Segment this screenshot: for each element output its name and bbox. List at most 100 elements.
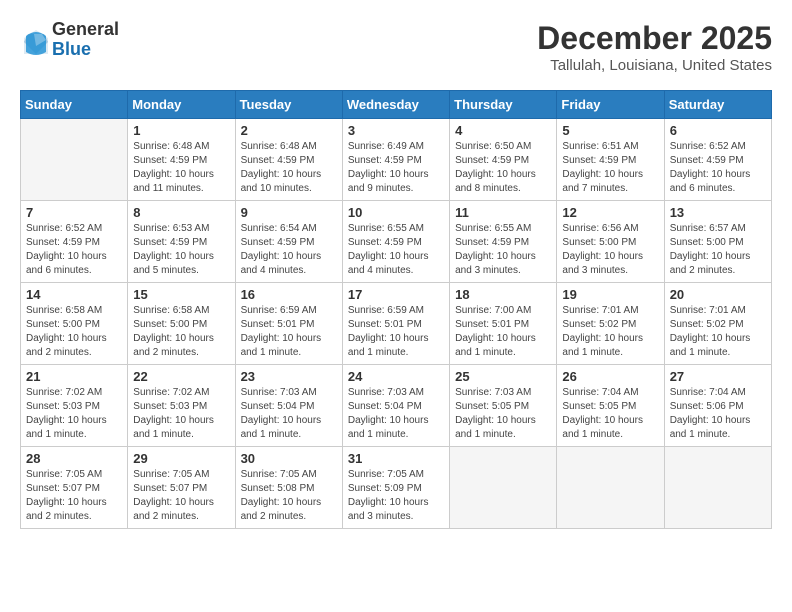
day-number: 16 xyxy=(241,287,337,302)
day-number: 26 xyxy=(562,369,658,384)
calendar-cell: 17Sunrise: 6:59 AM Sunset: 5:01 PM Dayli… xyxy=(342,283,449,365)
calendar-cell: 6 Sunrise: 6:52 AM Sunset: 4:59 PM Daylig… xyxy=(664,119,771,201)
calendar-week-row: 7 Sunrise: 6:52 AM Sunset: 4:59 PM Daylig… xyxy=(21,201,772,283)
calendar-cell: 25 Sunrise: 7:03 AM Sunset: 5:05 PM Dayli… xyxy=(450,365,557,447)
calendar-cell: 31 Sunrise: 7:05 AM Sunset: 5:09 PM Dayli… xyxy=(342,447,449,529)
month-year: December 2025 xyxy=(537,20,772,57)
calendar-cell: 27 Sunrise: 7:04 AM Sunset: 5:06 PM Dayli… xyxy=(664,365,771,447)
column-header-sunday: Sunday xyxy=(21,91,128,119)
calendar-cell: 10 Sunrise: 6:55 AM Sunset: 4:59 PM Dayli… xyxy=(342,201,449,283)
day-info: Sunrise: 6:54 AM Sunset: 4:59 PM Dayligh… xyxy=(241,222,337,278)
title-block: December 2025 Tallulah, Louisiana, Unite… xyxy=(537,20,772,74)
day-info: Sunrise: 6:55 AM Sunset: 4:59 PM Dayligh… xyxy=(455,222,551,278)
day-info: Sunrise: 6:50 AM Sunset: 4:59 PM Dayligh… xyxy=(455,140,551,196)
calendar-cell: 3Sunrise: 6:49 AM Sunset: 4:59 PM Daylig… xyxy=(342,119,449,201)
calendar-cell: 4 Sunrise: 6:50 AM Sunset: 4:59 PM Daylig… xyxy=(450,119,557,201)
calendar-week-row: 21Sunrise: 7:02 AM Sunset: 5:03 PM Dayli… xyxy=(21,365,772,447)
day-number: 23 xyxy=(241,369,337,384)
location: Tallulah, Louisiana, United States xyxy=(537,57,772,74)
calendar-cell: 28 Sunrise: 7:05 AM Sunset: 5:07 PM Dayli… xyxy=(21,447,128,529)
column-header-thursday: Thursday xyxy=(450,91,557,119)
column-header-saturday: Saturday xyxy=(664,91,771,119)
calendar-cell: 2Sunrise: 6:48 AM Sunset: 4:59 PM Daylig… xyxy=(235,119,342,201)
day-info: Sunrise: 6:56 AM Sunset: 5:00 PM Dayligh… xyxy=(562,222,658,278)
day-number: 25 xyxy=(455,369,551,384)
day-number: 4 xyxy=(455,123,551,138)
calendar-cell: 20Sunrise: 7:01 AM Sunset: 5:02 PM Dayli… xyxy=(664,283,771,365)
calendar-cell: 8 Sunrise: 6:53 AM Sunset: 4:59 PM Daylig… xyxy=(128,201,235,283)
calendar-cell: 21Sunrise: 7:02 AM Sunset: 5:03 PM Dayli… xyxy=(21,365,128,447)
calendar-week-row: 14Sunrise: 6:58 AM Sunset: 5:00 PM Dayli… xyxy=(21,283,772,365)
logo-icon xyxy=(20,26,48,54)
day-info: Sunrise: 7:03 AM Sunset: 5:04 PM Dayligh… xyxy=(348,386,444,442)
column-header-monday: Monday xyxy=(128,91,235,119)
calendar-cell: 1 Sunrise: 6:48 AM Sunset: 4:59 PM Daylig… xyxy=(128,119,235,201)
day-info: Sunrise: 7:04 AM Sunset: 5:06 PM Dayligh… xyxy=(670,386,766,442)
logo-text: General Blue xyxy=(52,20,119,60)
day-number: 13 xyxy=(670,205,766,220)
day-number: 10 xyxy=(348,205,444,220)
calendar-cell: 24 Sunrise: 7:03 AM Sunset: 5:04 PM Dayli… xyxy=(342,365,449,447)
day-number: 29 xyxy=(133,451,229,466)
day-info: Sunrise: 6:59 AM Sunset: 5:01 PM Dayligh… xyxy=(348,304,444,360)
calendar-cell: 29 Sunrise: 7:05 AM Sunset: 5:07 PM Dayli… xyxy=(128,447,235,529)
day-number: 12 xyxy=(562,205,658,220)
day-info: Sunrise: 6:52 AM Sunset: 4:59 PM Dayligh… xyxy=(670,140,766,196)
day-number: 22 xyxy=(133,369,229,384)
calendar-cell xyxy=(21,119,128,201)
day-number: 3 xyxy=(348,123,444,138)
day-info: Sunrise: 7:01 AM Sunset: 5:02 PM Dayligh… xyxy=(562,304,658,360)
day-number: 21 xyxy=(26,369,122,384)
day-info: Sunrise: 6:52 AM Sunset: 4:59 PM Dayligh… xyxy=(26,222,122,278)
day-number: 15 xyxy=(133,287,229,302)
day-number: 9 xyxy=(241,205,337,220)
day-number: 6 xyxy=(670,123,766,138)
calendar-cell: 7 Sunrise: 6:52 AM Sunset: 4:59 PM Daylig… xyxy=(21,201,128,283)
day-info: Sunrise: 7:03 AM Sunset: 5:05 PM Dayligh… xyxy=(455,386,551,442)
day-info: Sunrise: 6:48 AM Sunset: 4:59 PM Dayligh… xyxy=(133,140,229,196)
calendar-cell: 5Sunrise: 6:51 AM Sunset: 4:59 PM Daylig… xyxy=(557,119,664,201)
calendar-cell xyxy=(664,447,771,529)
day-info: Sunrise: 7:04 AM Sunset: 5:05 PM Dayligh… xyxy=(562,386,658,442)
day-number: 20 xyxy=(670,287,766,302)
calendar-cell: 15 Sunrise: 6:58 AM Sunset: 5:00 PM Dayli… xyxy=(128,283,235,365)
day-number: 28 xyxy=(26,451,122,466)
day-info: Sunrise: 7:05 AM Sunset: 5:07 PM Dayligh… xyxy=(133,468,229,524)
calendar-cell: 19Sunrise: 7:01 AM Sunset: 5:02 PM Dayli… xyxy=(557,283,664,365)
calendar-cell: 30Sunrise: 7:05 AM Sunset: 5:08 PM Dayli… xyxy=(235,447,342,529)
day-info: Sunrise: 6:57 AM Sunset: 5:00 PM Dayligh… xyxy=(670,222,766,278)
day-number: 31 xyxy=(348,451,444,466)
calendar-cell: 18Sunrise: 7:00 AM Sunset: 5:01 PM Dayli… xyxy=(450,283,557,365)
day-number: 1 xyxy=(133,123,229,138)
day-number: 30 xyxy=(241,451,337,466)
calendar-week-row: 28 Sunrise: 7:05 AM Sunset: 5:07 PM Dayli… xyxy=(21,447,772,529)
calendar-cell: 9 Sunrise: 6:54 AM Sunset: 4:59 PM Daylig… xyxy=(235,201,342,283)
day-number: 24 xyxy=(348,369,444,384)
day-info: Sunrise: 6:58 AM Sunset: 5:00 PM Dayligh… xyxy=(26,304,122,360)
calendar-header-row: SundayMondayTuesdayWednesdayThursdayFrid… xyxy=(21,91,772,119)
calendar-cell: 12 Sunrise: 6:56 AM Sunset: 5:00 PM Dayli… xyxy=(557,201,664,283)
day-number: 7 xyxy=(26,205,122,220)
calendar-cell: 23 Sunrise: 7:03 AM Sunset: 5:04 PM Dayli… xyxy=(235,365,342,447)
calendar-cell: 22Sunrise: 7:02 AM Sunset: 5:03 PM Dayli… xyxy=(128,365,235,447)
day-info: Sunrise: 6:58 AM Sunset: 5:00 PM Dayligh… xyxy=(133,304,229,360)
column-header-wednesday: Wednesday xyxy=(342,91,449,119)
page-header: General Blue December 2025 Tallulah, Lou… xyxy=(20,20,772,74)
day-info: Sunrise: 6:53 AM Sunset: 4:59 PM Dayligh… xyxy=(133,222,229,278)
day-info: Sunrise: 7:05 AM Sunset: 5:07 PM Dayligh… xyxy=(26,468,122,524)
logo: General Blue xyxy=(20,20,119,60)
day-info: Sunrise: 7:00 AM Sunset: 5:01 PM Dayligh… xyxy=(455,304,551,360)
calendar-cell: 11 Sunrise: 6:55 AM Sunset: 4:59 PM Dayli… xyxy=(450,201,557,283)
calendar-week-row: 1 Sunrise: 6:48 AM Sunset: 4:59 PM Daylig… xyxy=(21,119,772,201)
day-info: Sunrise: 6:55 AM Sunset: 4:59 PM Dayligh… xyxy=(348,222,444,278)
day-number: 2 xyxy=(241,123,337,138)
day-info: Sunrise: 7:05 AM Sunset: 5:09 PM Dayligh… xyxy=(348,468,444,524)
day-number: 27 xyxy=(670,369,766,384)
day-number: 11 xyxy=(455,205,551,220)
calendar-cell: 26 Sunrise: 7:04 AM Sunset: 5:05 PM Dayli… xyxy=(557,365,664,447)
column-header-friday: Friday xyxy=(557,91,664,119)
day-info: Sunrise: 7:03 AM Sunset: 5:04 PM Dayligh… xyxy=(241,386,337,442)
calendar-cell xyxy=(450,447,557,529)
day-number: 8 xyxy=(133,205,229,220)
calendar-table: SundayMondayTuesdayWednesdayThursdayFrid… xyxy=(20,90,772,529)
